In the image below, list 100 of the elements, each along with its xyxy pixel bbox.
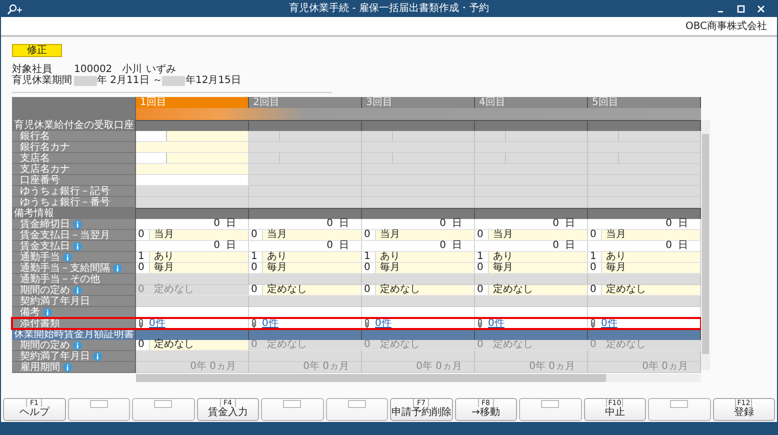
number-field[interactable]: 0 日 [136, 241, 249, 252]
function-key[interactable] [132, 398, 194, 421]
code-field[interactable]: 1 [136, 252, 150, 262]
choice-text[interactable]: あり [489, 252, 587, 262]
code-field[interactable]: 0 [362, 230, 376, 240]
code-field[interactable]: 0 [249, 263, 263, 273]
number-field[interactable]: 0 日 [475, 219, 588, 230]
code-field[interactable]: 0 [475, 230, 489, 240]
function-key[interactable] [648, 398, 710, 421]
info-icon[interactable] [73, 340, 82, 350]
code-field[interactable]: 0 [475, 285, 489, 295]
close-icon[interactable] [757, 5, 765, 13]
code-field[interactable]: 0 [588, 230, 602, 240]
choice-text[interactable]: 当月 [263, 230, 361, 240]
choice-text[interactable]: あり [150, 252, 248, 262]
table-cell[interactable] [362, 307, 475, 318]
choice-text[interactable]: あり [602, 252, 700, 262]
choice-text[interactable]: 定めなし [376, 285, 474, 295]
choice-text[interactable]: あり [376, 252, 474, 262]
row-label-text: 備考 [20, 306, 40, 318]
code-field[interactable]: 1 [475, 252, 489, 262]
code-field: 0 [362, 340, 376, 350]
info-icon[interactable] [93, 352, 102, 360]
choice-text[interactable]: 定めなし [150, 340, 248, 350]
choice-text[interactable]: 毎月 [150, 263, 248, 273]
choice-text[interactable]: 毎月 [602, 263, 700, 273]
row-label-text: 通勤手当 [20, 252, 60, 262]
cell-value: 0 [666, 241, 672, 251]
window-title: 育児休業手続 - 雇保一括届出書類作成・予約 [289, 2, 489, 16]
row-label-text: 支店名 [20, 152, 50, 164]
choice-text[interactable]: 当月 [150, 230, 248, 240]
choice-text[interactable]: 毎月 [263, 263, 361, 273]
choice-text[interactable]: 定めなし [602, 285, 700, 295]
cell-unit: 日 [678, 219, 688, 229]
code-field[interactable]: 0 [362, 263, 376, 273]
cell-unit: 日 [226, 219, 236, 229]
number-field[interactable]: 0 日 [136, 219, 249, 230]
code-field[interactable]: 0 [362, 285, 376, 295]
function-key[interactable] [68, 398, 130, 421]
choice-text: 定めなし [263, 340, 361, 350]
cell-value: 0 [326, 219, 333, 229]
info-icon[interactable] [73, 220, 82, 228]
info-icon[interactable] [113, 264, 122, 272]
code-field[interactable]: 0 [249, 285, 263, 295]
zoom-in-icon[interactable] [7, 4, 23, 14]
function-key[interactable] [326, 398, 388, 421]
number-field[interactable]: 0 日 [362, 219, 475, 230]
given-name: いずみ [146, 64, 176, 75]
row-label-text: 通勤手当－支給間隔 [20, 262, 110, 274]
choice-text[interactable]: 当月 [602, 230, 700, 240]
table-cell[interactable] [249, 307, 362, 318]
maximize-icon[interactable] [737, 5, 745, 13]
choice-text[interactable]: あり [263, 252, 361, 262]
table-cell: 0年 0ヵ月 [249, 362, 362, 373]
choice-text[interactable]: 当月 [376, 230, 474, 240]
period-start: 年 2月11日 ～ [97, 75, 162, 86]
choice-text[interactable]: 定めなし [489, 285, 587, 295]
code-field[interactable]: 1 [588, 252, 602, 262]
table-cell[interactable] [136, 307, 249, 318]
row-label-text: ゆうちょ銀行－記号 [20, 186, 110, 196]
cell-value: 0 [440, 219, 446, 229]
info-icon[interactable] [73, 286, 82, 294]
function-key[interactable] [261, 398, 324, 421]
info-icon[interactable] [63, 252, 72, 262]
code-field[interactable]: 0 [136, 230, 150, 240]
code-field[interactable]: 0 [588, 285, 602, 295]
code-field[interactable]: 1 [362, 252, 376, 262]
number-field[interactable]: 0 日 [362, 241, 475, 252]
code-field[interactable]: 0 [249, 230, 263, 240]
table-cell[interactable] [475, 307, 588, 318]
function-key[interactable] [519, 398, 582, 421]
info-icon[interactable] [63, 362, 72, 372]
paperclip-icon [139, 318, 143, 328]
code-field[interactable]: 0 [136, 340, 150, 350]
horizontal-scrollbar[interactable] [136, 374, 701, 382]
number-field[interactable]: 0 日 [249, 219, 362, 230]
choice-text[interactable]: 定めなし [263, 285, 361, 295]
bank-field[interactable] [136, 131, 249, 142]
table-cell[interactable] [136, 142, 249, 153]
number-field[interactable]: 0 日 [249, 241, 362, 252]
vertical-scrollbar[interactable] [701, 120, 710, 370]
code-field[interactable]: 1 [249, 252, 263, 262]
number-field[interactable]: 0 日 [588, 241, 701, 252]
table-cell[interactable] [588, 307, 701, 318]
code-field[interactable]: 0 [475, 263, 489, 273]
table-cell[interactable] [136, 164, 249, 175]
info-icon[interactable] [73, 242, 82, 250]
choice-text[interactable]: 当月 [489, 230, 587, 240]
cell-unit: 日 [226, 241, 236, 251]
bank-field[interactable] [136, 153, 249, 164]
choice-text[interactable]: 毎月 [376, 263, 474, 273]
table-cell[interactable] [136, 175, 249, 186]
info-icon[interactable] [43, 308, 52, 316]
choice-text[interactable]: 毎月 [489, 263, 587, 273]
row-label-text: 期間の定め [20, 340, 70, 350]
number-field[interactable]: 0 日 [588, 219, 701, 230]
code-field[interactable]: 0 [136, 263, 150, 273]
number-field[interactable]: 0 日 [475, 241, 588, 252]
code-field[interactable]: 0 [588, 263, 602, 273]
empty-key-tag [154, 400, 172, 408]
